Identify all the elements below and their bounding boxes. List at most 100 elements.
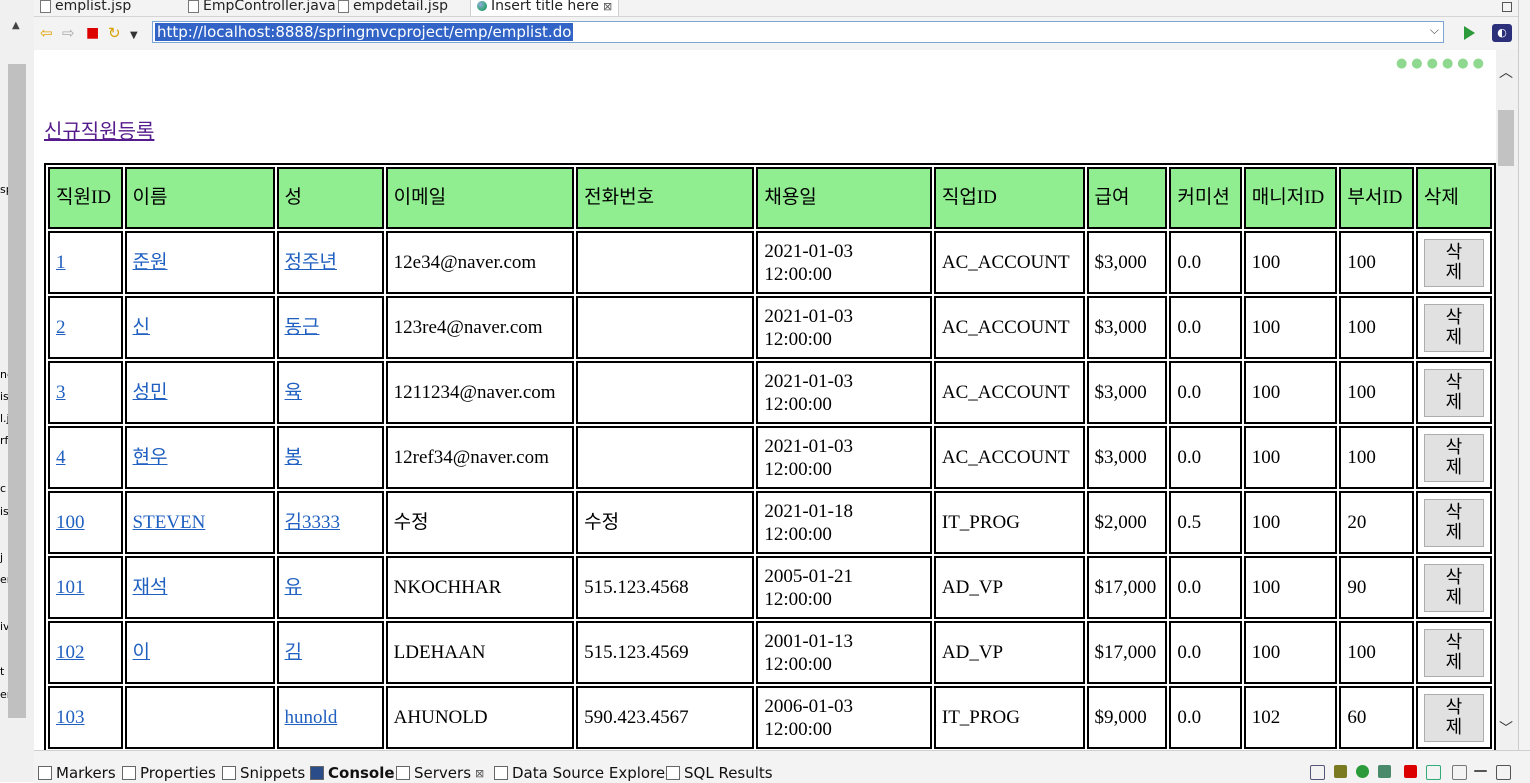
cell-employee-id-link[interactable]: 4	[56, 447, 66, 468]
cell-last-name-link[interactable]: 유	[285, 577, 302, 598]
maximize-icon[interactable]	[1496, 765, 1511, 780]
hire-time-text: 12:00:00	[764, 263, 832, 285]
minimize-icon[interactable]	[1474, 770, 1487, 772]
debug-icon[interactable]	[1334, 765, 1347, 778]
cell-employee-id-link[interactable]: 100	[56, 512, 85, 533]
delete-button[interactable]: 삭제	[1423, 368, 1484, 417]
url-input[interactable]: http://localhost:8888/springmvcproject/e…	[152, 21, 1444, 43]
cell-employee-id-link[interactable]: 102	[56, 642, 85, 663]
cell-employee-id-link[interactable]: 2	[56, 317, 66, 338]
cell-first-name-link[interactable]: 재석	[133, 577, 168, 598]
cell-last-name-link[interactable]: 정주년	[285, 252, 337, 273]
tab-properties[interactable]: Properties	[122, 764, 216, 782]
server-view-icon[interactable]	[1310, 765, 1325, 780]
delete-button[interactable]: 삭제	[1423, 693, 1484, 742]
refresh-icon[interactable]: ↻	[108, 26, 121, 41]
tab-sql-results[interactable]: SQL Results	[666, 764, 773, 782]
cell-employee-id-link[interactable]: 103	[56, 707, 85, 728]
stop-server-icon[interactable]	[1404, 765, 1417, 778]
scrollbar-thumb[interactable]	[1498, 110, 1514, 166]
tab-label: Insert title here	[491, 0, 599, 14]
jsp-file-icon	[40, 0, 51, 13]
cell-last-name: 김	[276, 621, 384, 684]
delete-button[interactable]: 삭제	[1423, 433, 1484, 482]
view-menu-icon[interactable]	[1452, 765, 1467, 780]
cell-last-name-link[interactable]: 동근	[285, 317, 320, 338]
tab-snippets[interactable]: Snippets	[222, 764, 305, 782]
new-employee-link[interactable]: 신규직원등록	[44, 115, 154, 144]
tab-label: EmpController.java	[203, 0, 336, 14]
cell-last-name-link[interactable]: hunold	[285, 707, 338, 728]
table-row: 101 재석 유 NKOCHHAR 515.123.4568 2005-01-21 12:0…	[48, 556, 1492, 619]
cell-manager-id: 100	[1243, 426, 1338, 489]
servers-icon	[396, 766, 410, 780]
cell-phone	[576, 296, 755, 359]
hire-date-text: 2021-01-18	[764, 500, 853, 522]
tab-data-source-explorer[interactable]: Data Source Explorer	[494, 764, 671, 782]
cell-delete: 삭제	[1415, 491, 1492, 554]
cell-last-name-link[interactable]: 김	[285, 642, 302, 663]
cell-first-name-link[interactable]: 성민	[133, 382, 168, 403]
close-tab-icon[interactable]: ⊠	[603, 0, 612, 13]
cell-employee-id-link[interactable]: 1	[56, 252, 66, 273]
cell-phone: 수정	[576, 491, 755, 554]
tab-empdetail-jsp[interactable]: empdetail.jsp	[338, 0, 448, 16]
delete-button[interactable]: 삭제	[1423, 303, 1484, 352]
stop-icon[interactable]: ■	[86, 26, 99, 41]
employee-table: 직원ID 이름 성 이메일 전화번호 채용일 직업ID 급여 커미션 매니저ID…	[44, 163, 1496, 750]
delete-button[interactable]: 삭제	[1423, 498, 1484, 547]
tab-label: Console	[328, 764, 395, 782]
cell-first-name-link[interactable]: 현우	[133, 447, 168, 468]
cell-last-name-link[interactable]: 김3333	[285, 512, 340, 533]
cell-employee-id: 102	[48, 621, 123, 684]
delete-button[interactable]: 삭제	[1423, 628, 1484, 677]
scroll-up-icon[interactable]: ▲	[12, 20, 20, 31]
table-row: 102 이 김 LDEHAAN 515.123.4569 2001-01-13 12:00:…	[48, 621, 1492, 684]
cell-phone	[576, 231, 755, 294]
hire-date-text: 2021-01-03	[764, 240, 853, 262]
cell-delete: 삭제	[1415, 556, 1492, 619]
url-dropdown-icon[interactable]: ⌵	[1430, 23, 1439, 38]
cell-phone	[576, 361, 755, 424]
col-hire-date: 채용일	[756, 167, 932, 229]
cell-salary: $3,000	[1086, 426, 1168, 489]
tab-empcontroller-java[interactable]: EmpController.java	[188, 0, 336, 16]
cell-employee-id-link[interactable]: 101	[56, 577, 85, 598]
cell-employee-id-link[interactable]: 3	[56, 382, 66, 403]
cell-hire-date: 2001-01-13 12:00:00	[756, 621, 932, 684]
delete-button[interactable]: 삭제	[1423, 238, 1484, 287]
close-tab-icon[interactable]: ⊠	[475, 767, 484, 780]
content-scrollbar[interactable]: ︿ ﹀	[1496, 50, 1518, 750]
left-scrollbar[interactable]	[8, 64, 26, 718]
cell-email: AHUNOLD	[385, 686, 575, 749]
delete-button[interactable]: 삭제	[1423, 563, 1484, 612]
tab-emplist-jsp[interactable]: emplist.jsp	[40, 0, 131, 16]
maximize-icon[interactable]	[1502, 2, 1512, 12]
forward-icon[interactable]: ⇨	[62, 26, 75, 41]
back-icon[interactable]: ⇦	[40, 26, 53, 41]
cell-first-name: 준원	[124, 231, 275, 294]
tab-servers[interactable]: Servers ⊠	[396, 764, 484, 782]
eclipse-icon[interactable]: ◐	[1492, 24, 1512, 42]
cell-phone: 515.123.4569	[576, 621, 755, 684]
cell-department-id: 20	[1339, 491, 1414, 554]
profile-icon[interactable]	[1378, 765, 1391, 778]
go-icon[interactable]	[1464, 26, 1475, 40]
java-file-icon	[188, 0, 199, 13]
scroll-up-icon[interactable]: ︿	[1499, 62, 1513, 82]
tab-markers[interactable]: Markers	[38, 764, 116, 782]
scroll-down-icon[interactable]: ﹀	[1499, 718, 1513, 738]
url-text[interactable]: http://localhost:8888/springmvcproject/e…	[155, 23, 574, 41]
start-server-icon[interactable]	[1356, 765, 1369, 778]
cell-first-name-link[interactable]: STEVEN	[133, 512, 206, 533]
cell-first-name-link[interactable]: 준원	[133, 252, 168, 273]
cell-last-name-link[interactable]: 봉	[285, 447, 302, 468]
publish-icon[interactable]	[1426, 765, 1441, 780]
tab-insert-title-here[interactable]: Insert title here ⊠	[470, 0, 620, 16]
cell-first-name-link[interactable]: 이	[133, 642, 150, 663]
chevron-down-icon[interactable]: ▼	[130, 28, 138, 43]
cell-hire-date: 2021-01-18 12:00:00	[756, 491, 932, 554]
cell-first-name-link[interactable]: 신	[133, 317, 150, 338]
tab-console[interactable]: Console	[310, 764, 395, 782]
cell-last-name-link[interactable]: 육	[285, 382, 302, 403]
